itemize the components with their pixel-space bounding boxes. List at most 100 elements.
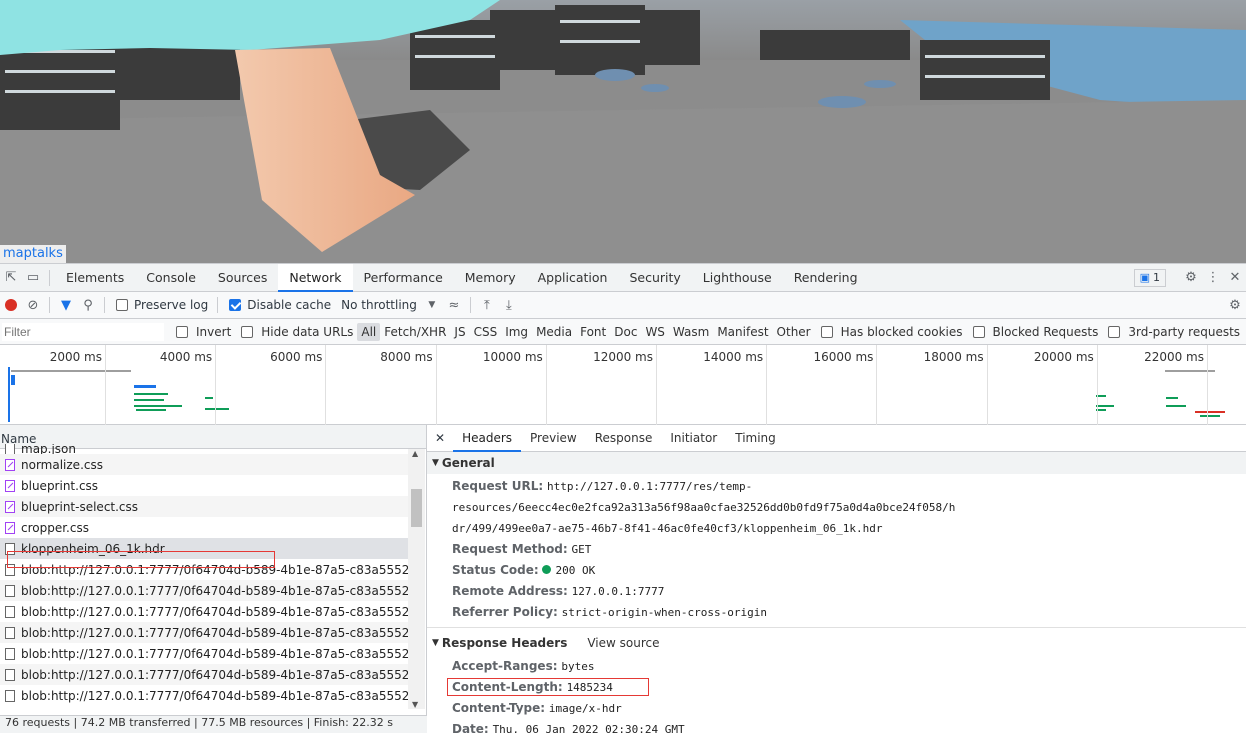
details-tab-bar: ✕ Headers Preview Response Initiator Timing	[427, 425, 1246, 452]
gear-icon[interactable]: ⚙	[1180, 267, 1202, 289]
filter-type-all[interactable]: All	[357, 322, 381, 341]
issues-button[interactable]: ▣ 1	[1133, 268, 1166, 287]
remote-address-label: Remote Address:	[452, 584, 568, 598]
tab-network[interactable]: Network	[278, 263, 353, 292]
details-tab-initiator[interactable]: Initiator	[661, 425, 726, 452]
tab-console[interactable]: Console	[135, 264, 207, 292]
close-details-icon[interactable]: ✕	[427, 431, 453, 445]
tab-performance[interactable]: Performance	[353, 264, 454, 292]
section-divider	[427, 627, 1246, 628]
request-name: blob:http://127.0.0.1:7777/0f64704d-b589…	[21, 625, 408, 640]
expand-triangle-icon: ▼	[432, 458, 439, 468]
disable-cache-checkbox[interactable]	[229, 299, 242, 311]
filter-type-ws[interactable]: WS	[641, 323, 668, 341]
timeline-gridline	[325, 345, 327, 425]
timeline-gridline	[986, 345, 988, 425]
blocked-cookies-checkbox[interactable]	[820, 325, 833, 338]
filter-type-doc[interactable]: Doc	[610, 323, 641, 341]
record-icon[interactable]	[0, 294, 22, 316]
request-name: blob:http://127.0.0.1:7777/0f64704d-b589…	[21, 604, 408, 619]
map-viewport[interactable]: maptalks	[0, 0, 1246, 263]
map-watermark: maptalks	[0, 245, 66, 263]
timeline-tick-label: 22000 ms	[1144, 350, 1204, 364]
devtools-tabs: Elements Console Sources Network Performance…	[55, 263, 869, 292]
tab-application[interactable]: Application	[527, 264, 619, 292]
timeline-gridline	[656, 345, 657, 425]
details-tab-headers[interactable]: Headers	[453, 425, 522, 452]
document-file-icon	[5, 584, 15, 597]
divider	[217, 297, 219, 313]
scroll-thumb[interactable]	[411, 489, 422, 527]
document-file-icon	[5, 605, 15, 618]
filter-type-manifest[interactable]: Manifest	[713, 323, 772, 341]
filter-type-media[interactable]: Media	[532, 323, 576, 341]
filter-type-css[interactable]: CSS	[470, 323, 502, 341]
request-method-value: GET	[571, 543, 592, 556]
hide-data-urls-checkbox[interactable]	[241, 325, 254, 338]
more-options-icon[interactable]: ⋮	[1202, 267, 1224, 289]
network-overview-timeline[interactable]: 2000 ms 4000 ms 6000 ms 8000 ms 10000 ms 1200…	[0, 345, 1246, 425]
invert-checkbox[interactable]	[176, 325, 188, 338]
close-icon[interactable]: ✕	[1224, 267, 1246, 289]
divider	[49, 297, 50, 313]
filter-input[interactable]	[2, 322, 164, 341]
request-details-panel: ✕ Headers Preview Response Initiator Timing …	[427, 425, 1246, 733]
tab-memory[interactable]: Memory	[454, 264, 527, 292]
request-row[interactable]: blob:http://127.0.0.1:7777/0f64704d-b589…	[0, 643, 408, 664]
filter-type-js[interactable]: JS	[450, 323, 469, 341]
preserve-log-checkbox[interactable]	[116, 299, 128, 311]
network-settings-gear-icon[interactable]: ⚙	[1224, 294, 1246, 316]
request-url-row: Request URL: http://127.0.0.1:7777/res/t…	[427, 476, 1246, 518]
inspect-element-icon[interactable]: ⇱	[0, 267, 22, 289]
filter-type-fetch-xhr[interactable]: Fetch/XHR	[380, 323, 450, 341]
tab-lighthouse[interactable]: Lighthouse	[692, 264, 783, 292]
timeline-tick-label: 8000 ms	[380, 350, 433, 364]
filter-type-other[interactable]: Other	[773, 323, 815, 341]
request-row[interactable]: normalize.css	[0, 454, 408, 475]
scroll-down-icon[interactable]: ▼	[412, 700, 418, 709]
devtools-panel: ⇱ ▭ Elements Console Sources Network Perform…	[0, 263, 1246, 733]
search-icon[interactable]: ⚲	[77, 294, 99, 316]
details-tab-preview[interactable]: Preview	[521, 425, 586, 452]
document-file-icon	[5, 647, 15, 660]
export-har-icon[interactable]: ⤓	[498, 294, 520, 316]
filter-type-wasm[interactable]: Wasm	[669, 323, 713, 341]
tab-rendering[interactable]: Rendering	[783, 264, 869, 292]
import-har-icon[interactable]: ⤒	[476, 294, 498, 316]
details-tab-timing[interactable]: Timing	[726, 425, 785, 452]
filter-type-font[interactable]: Font	[576, 323, 610, 341]
details-tab-response[interactable]: Response	[586, 425, 662, 452]
device-toolbar-icon[interactable]: ▭	[22, 267, 44, 289]
request-row[interactable]: cropper.css	[0, 517, 408, 538]
request-row[interactable]: map.json	[0, 444, 408, 454]
clear-icon[interactable]: ⊘	[22, 294, 44, 316]
filter-icon[interactable]: ▼	[55, 294, 77, 316]
request-row[interactable]: blob:http://127.0.0.1:7777/0f64704d-b589…	[0, 685, 408, 706]
request-row[interactable]: blob:http://127.0.0.1:7777/0f64704d-b589…	[0, 601, 408, 622]
divider	[49, 269, 50, 286]
view-source-link[interactable]: View source	[587, 636, 659, 650]
network-conditions-icon[interactable]: ≈	[443, 294, 465, 316]
scroll-up-icon[interactable]: ▲	[412, 449, 418, 458]
accept-ranges-label: Accept-Ranges:	[452, 659, 558, 673]
request-row[interactable]: blueprint-select.css	[0, 496, 408, 517]
dropdown-arrow-icon[interactable]: ▼	[421, 294, 443, 316]
date-row: Date: Thu, 06 Jan 2022 02:30:24 GMT	[427, 719, 1246, 733]
filter-type-img[interactable]: Img	[501, 323, 532, 341]
throttling-select[interactable]: No throttling	[341, 298, 417, 312]
request-list-scrollbar[interactable]: ▲ ▼	[408, 449, 425, 709]
request-row[interactable]: blueprint.css	[0, 475, 408, 496]
request-row[interactable]: blob:http://127.0.0.1:7777/0f64704d-b589…	[0, 664, 408, 685]
request-row[interactable]: blob:http://127.0.0.1:7777/0f64704d-b589…	[0, 622, 408, 643]
blocked-requests-checkbox[interactable]	[972, 325, 985, 338]
tab-security[interactable]: Security	[618, 264, 691, 292]
request-row[interactable]: blob:http://127.0.0.1:7777/0f64704d-b589…	[0, 580, 408, 601]
highlight-box-content-type	[447, 678, 649, 696]
response-headers-section-header[interactable]: ▼ Response Headers View source	[427, 632, 1246, 654]
general-section-header[interactable]: ▼ General	[427, 452, 1246, 474]
third-party-checkbox[interactable]	[1108, 325, 1121, 338]
devtools-right-controls: ▣ 1 ⚙ ⋮ ✕	[1133, 267, 1246, 289]
remote-address-row: Remote Address: 127.0.0.1:7777	[427, 581, 1246, 602]
tab-elements[interactable]: Elements	[55, 264, 135, 292]
tab-sources[interactable]: Sources	[207, 264, 278, 292]
